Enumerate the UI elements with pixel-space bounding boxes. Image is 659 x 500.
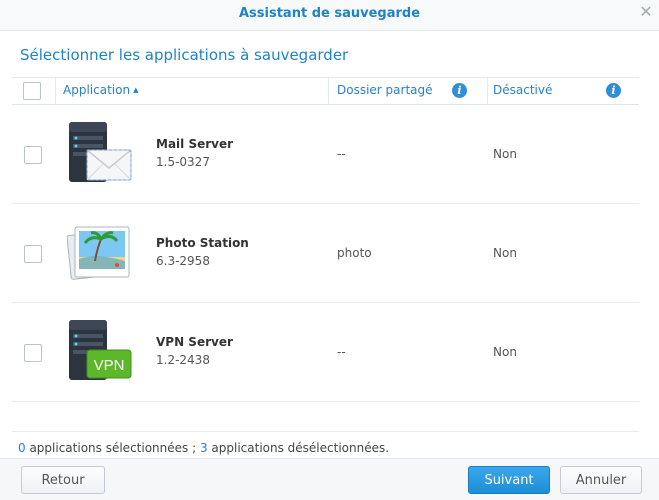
- column-shared-folder[interactable]: Dossier partagé i: [329, 78, 488, 104]
- vpn-badge-text: VPN: [94, 357, 125, 374]
- column-application-label: Application: [63, 83, 131, 97]
- table-header: Application ▲ Dossier partagé i Désactivé…: [12, 77, 639, 105]
- app-version: 1.5-0327: [156, 155, 210, 169]
- column-application[interactable]: Application ▲: [56, 78, 329, 104]
- row-checkbox[interactable]: [24, 245, 42, 263]
- app-version: 1.2-2438: [156, 353, 210, 367]
- sort-ascending-icon: ▲: [133, 86, 139, 94]
- disabled-value: Non: [493, 246, 517, 260]
- close-icon[interactable]: ✕: [638, 4, 654, 20]
- vpn-server-icon: VPN: [67, 318, 133, 384]
- deselected-count: 3: [199, 441, 208, 455]
- divider: [12, 431, 639, 432]
- cancel-button[interactable]: Annuler: [560, 466, 642, 494]
- photo-station-icon: [66, 219, 133, 285]
- disabled-value: Non: [493, 345, 517, 359]
- disabled-value: Non: [493, 147, 517, 161]
- selected-text: applications sélectionnées ;: [25, 441, 200, 455]
- next-button[interactable]: Suivant: [468, 466, 550, 494]
- title-bar: Assistant de sauvegarde ✕: [0, 0, 659, 31]
- column-disabled[interactable]: Désactivé i: [488, 78, 638, 104]
- mail-server-icon: [67, 120, 133, 186]
- app-name: Mail Server: [156, 137, 234, 151]
- header-checkbox-cell: [12, 78, 56, 104]
- window-title: Assistant de sauvegarde: [238, 6, 421, 21]
- app-name: VPN Server: [156, 335, 233, 349]
- shared-folder-value: --: [337, 345, 346, 359]
- table-row[interactable]: Mail Server 1.5-0327 -- Non: [12, 104, 639, 204]
- table-row[interactable]: Photo Station 6.3-2958 photo Non: [12, 203, 639, 303]
- app-version: 6.3-2958: [156, 254, 210, 268]
- deselected-text: applications désélectionnées.: [207, 441, 390, 455]
- back-button[interactable]: Retour: [21, 466, 105, 494]
- selection-status: 0 applications sélectionnées ; 3 applica…: [18, 441, 389, 455]
- column-shared-folder-label: Dossier partagé: [337, 83, 433, 97]
- selected-count: 0: [18, 441, 26, 455]
- shared-folder-value: photo: [337, 246, 372, 260]
- page-heading: Sélectionner les applications à sauvegar…: [20, 46, 349, 64]
- select-all-checkbox[interactable]: [23, 82, 41, 100]
- info-icon[interactable]: i: [452, 83, 467, 98]
- info-icon[interactable]: i: [606, 83, 621, 98]
- row-checkbox[interactable]: [24, 146, 42, 164]
- app-name: Photo Station: [156, 236, 249, 250]
- row-checkbox[interactable]: [24, 344, 42, 362]
- shared-folder-value: --: [337, 147, 346, 161]
- column-disabled-label: Désactivé: [493, 83, 553, 97]
- table-row[interactable]: VPN VPN Server 1.2-2438 -- Non: [12, 302, 639, 402]
